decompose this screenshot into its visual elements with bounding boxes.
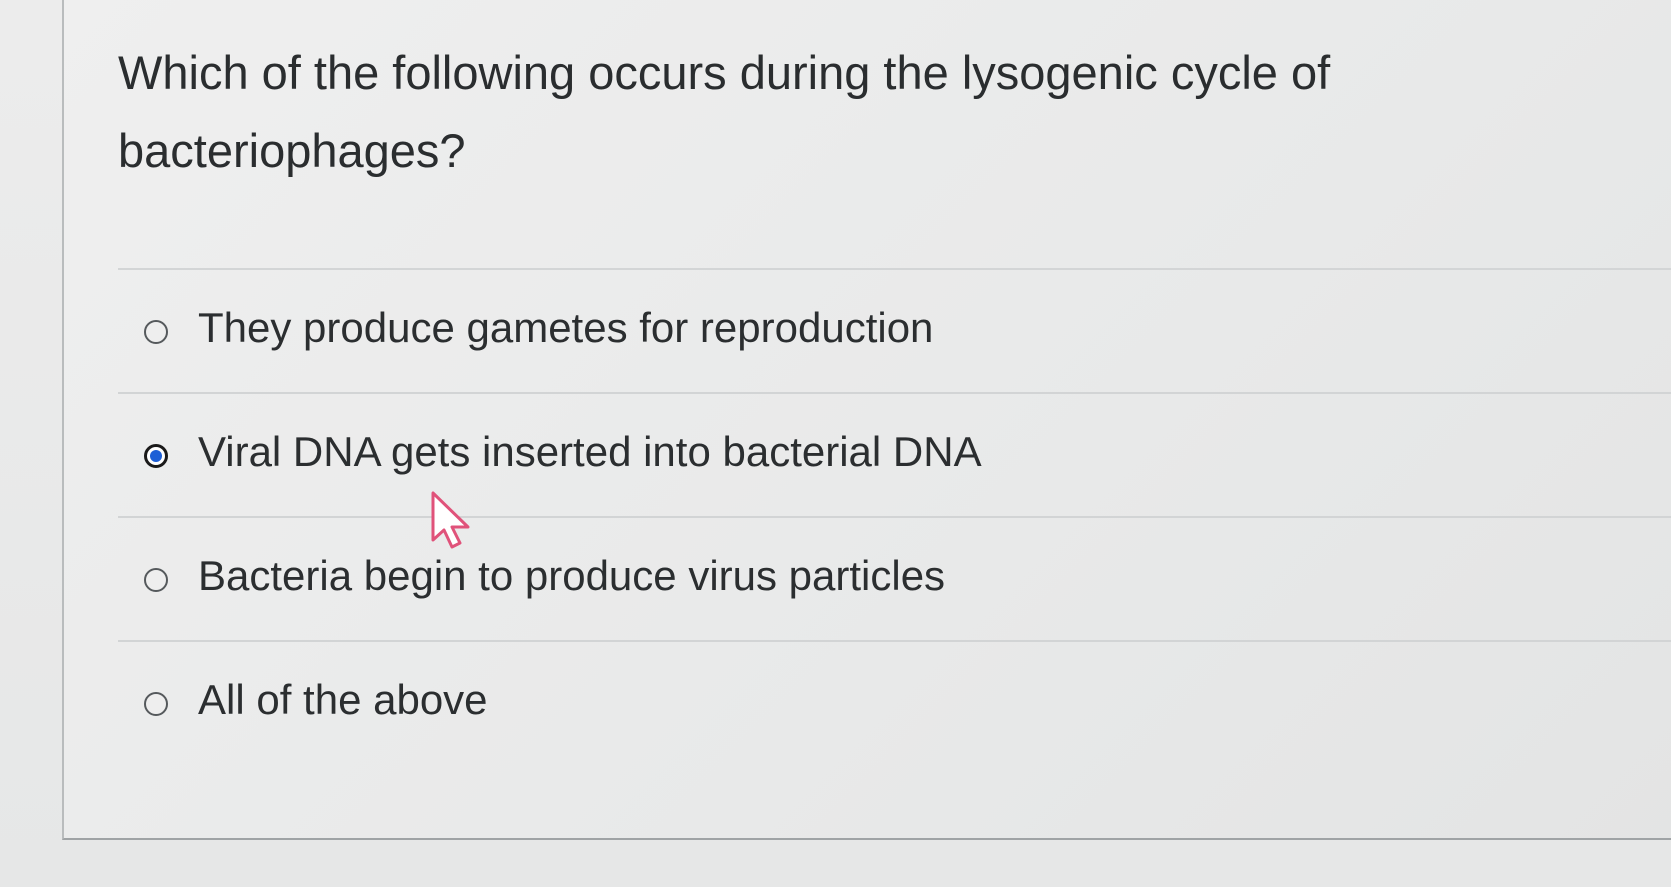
- option-1[interactable]: They produce gametes for reproduction: [118, 270, 1671, 394]
- option-1-label[interactable]: They produce gametes for reproduction: [198, 296, 933, 360]
- option-4[interactable]: All of the above: [118, 642, 1671, 764]
- option-2[interactable]: Viral DNA gets inserted into bacterial D…: [118, 394, 1671, 518]
- option-2-label[interactable]: Viral DNA gets inserted into bacterial D…: [198, 420, 982, 484]
- option-3-label[interactable]: Bacteria begin to produce virus particle…: [198, 544, 945, 608]
- mouse-pointer-icon: [431, 491, 470, 549]
- radio-button-option-2[interactable]: [144, 444, 168, 468]
- radio-button-option-3[interactable]: [144, 568, 168, 592]
- quiz-page: Which of the following occurs during the…: [0, 0, 1671, 887]
- question-text: Which of the following occurs during the…: [118, 46, 1331, 177]
- option-3[interactable]: Bacteria begin to produce virus particle…: [118, 518, 1671, 642]
- option-4-label[interactable]: All of the above: [198, 668, 488, 732]
- answer-options: They produce gametes for reproduction Vi…: [118, 268, 1671, 764]
- radio-button-option-1[interactable]: [144, 320, 168, 344]
- radio-button-option-4[interactable]: [144, 692, 168, 716]
